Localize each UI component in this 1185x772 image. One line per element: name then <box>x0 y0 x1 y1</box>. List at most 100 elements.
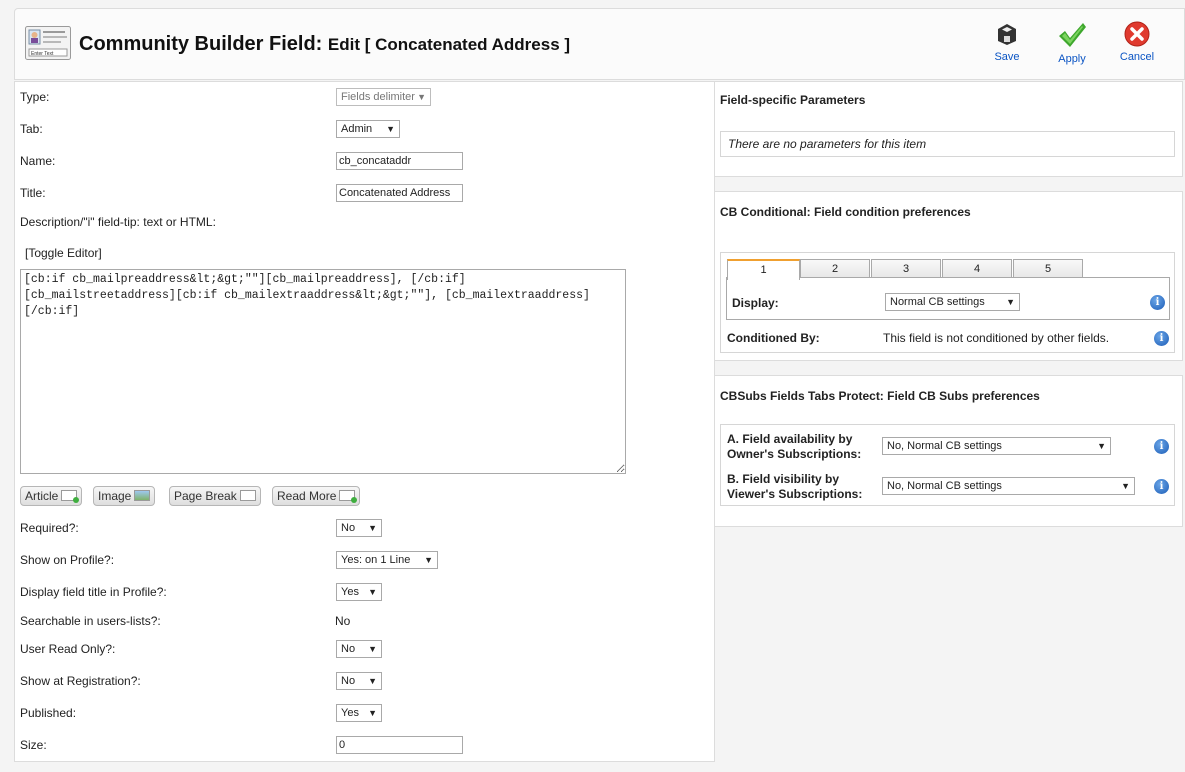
title-input[interactable] <box>336 184 463 202</box>
page-break-icon <box>239 490 256 502</box>
display-title-select-value: Yes <box>341 586 359 598</box>
condition-tab-3[interactable]: 3 <box>871 259 941 279</box>
info-icon[interactable]: i <box>1154 439 1169 454</box>
page-break-button[interactable]: Page Break <box>169 486 261 506</box>
page-title-main: Community Builder Field: <box>79 33 323 55</box>
condition-tab-1[interactable]: 1 <box>727 259 800 280</box>
field-params-title: Field-specific Parameters <box>720 93 866 107</box>
condition-tab-5[interactable]: 5 <box>1013 259 1083 279</box>
chevron-down-icon: ▼ <box>368 676 377 686</box>
conditioned-by-label: Conditioned By: <box>727 331 820 345</box>
name-label: Name: <box>20 154 56 168</box>
availability-label-line2: Owner's Subscriptions: <box>727 447 862 461</box>
size-label: Size: <box>20 738 47 752</box>
field-card-icon: Enter Text <box>25 26 71 60</box>
show-profile-select-value: Yes: on 1 Line <box>341 554 411 566</box>
tab-label: Tab: <box>20 122 43 136</box>
condition-tab-4[interactable]: 4 <box>942 259 1012 279</box>
size-input[interactable] <box>336 736 463 754</box>
cbsubs-box: A. Field availability by Owner's Subscri… <box>720 424 1175 506</box>
cancel-x-icon <box>1124 21 1150 47</box>
readonly-select-value: No <box>341 643 356 655</box>
published-label: Published: <box>20 706 77 720</box>
cancel-label: Cancel <box>1119 51 1155 63</box>
visibility-label-line1: B. Field visibility by <box>727 472 840 486</box>
chevron-down-icon: ▼ <box>368 523 377 533</box>
cancel-button[interactable]: Cancel <box>1107 21 1167 73</box>
checkmark-icon <box>1059 23 1086 47</box>
searchable-value: No <box>335 614 351 628</box>
required-label: Required?: <box>20 521 79 535</box>
registration-label: Show at Registration?: <box>20 674 141 688</box>
article-icon <box>61 490 80 504</box>
registration-select[interactable]: No ▼ <box>336 672 382 690</box>
condition-tab-2[interactable]: 2 <box>800 259 870 279</box>
published-select-value: Yes <box>341 707 359 719</box>
apply-button[interactable]: Apply <box>1042 21 1102 73</box>
cbsubs-title: CBSubs Fields Tabs Protect: Field CB Sub… <box>720 389 1040 403</box>
registration-select-value: No <box>341 675 356 687</box>
title-label: Title: <box>20 186 46 200</box>
image-icon <box>134 490 151 502</box>
condition-tab-panel: Display: Normal CB settings ▼ i <box>726 277 1170 320</box>
show-profile-label: Show on Profile?: <box>20 553 115 567</box>
visibility-select-value: No, Normal CB settings <box>887 480 1002 492</box>
display-select-value: Normal CB settings <box>890 296 985 308</box>
availability-select[interactable]: No, Normal CB settings ▼ <box>882 437 1111 455</box>
chevron-down-icon: ▼ <box>368 644 377 654</box>
no-params-message: There are no parameters for this item <box>720 131 1175 157</box>
info-icon[interactable]: i <box>1150 295 1165 310</box>
read-more-icon <box>339 490 358 504</box>
description-label: Description/"i" field-tip: text or HTML: <box>20 215 216 229</box>
info-icon[interactable]: i <box>1154 331 1169 346</box>
type-label: Type: <box>20 90 50 104</box>
required-select-value: No <box>341 522 356 534</box>
type-select[interactable]: Fields delimiter ▼ <box>336 88 431 106</box>
name-input[interactable] <box>336 152 463 170</box>
field-form: Type: Fields delimiter ▼ Tab: Admin ▼ Name… <box>14 81 715 762</box>
image-button-label: Image <box>98 489 132 503</box>
tab-select[interactable]: Admin ▼ <box>336 120 400 138</box>
required-select[interactable]: No ▼ <box>336 519 382 537</box>
field-params-panel: Field-specific Parameters There are no p… <box>715 81 1183 177</box>
chevron-down-icon: ▼ <box>1121 481 1130 491</box>
conditioned-by-value: This field is not conditioned by other f… <box>883 331 1110 345</box>
display-select[interactable]: Normal CB settings ▼ <box>885 293 1020 311</box>
floppy-disk-icon <box>998 24 1016 45</box>
chevron-down-icon: ▼ <box>424 555 433 565</box>
chevron-down-icon: ▼ <box>417 92 426 102</box>
readonly-select[interactable]: No ▼ <box>336 640 382 658</box>
page-title-sub: Edit [ Concatenated Address ] <box>327 35 571 54</box>
cb-conditional-title: CB Conditional: Field condition preferen… <box>720 205 971 219</box>
article-button-label: Article <box>25 489 59 503</box>
chevron-down-icon: ▼ <box>1097 441 1106 451</box>
svg-text:Enter Text: Enter Text <box>31 51 54 57</box>
apply-label: Apply <box>1058 53 1086 65</box>
searchable-label: Searchable in users-lists?: <box>20 614 161 628</box>
readonly-label: User Read Only?: <box>20 642 116 656</box>
toggle-editor-link[interactable]: [Toggle Editor] <box>25 246 102 260</box>
read-more-button[interactable]: Read More <box>272 486 361 506</box>
chevron-down-icon: ▼ <box>386 124 395 134</box>
info-icon[interactable]: i <box>1154 479 1169 494</box>
description-editor[interactable] <box>20 269 626 474</box>
display-title-label: Display field title in Profile?: <box>20 585 167 599</box>
availability-label-line1: A. Field availability by <box>727 432 853 446</box>
cb-conditional-panel: CB Conditional: Field condition preferen… <box>715 191 1183 361</box>
display-title-select[interactable]: Yes ▼ <box>336 583 382 601</box>
visibility-select[interactable]: No, Normal CB settings ▼ <box>882 477 1135 495</box>
type-select-value: Fields delimiter <box>341 91 415 103</box>
chevron-down-icon: ▼ <box>368 587 377 597</box>
chevron-down-icon: ▼ <box>368 708 377 718</box>
save-label: Save <box>994 51 1020 63</box>
page-title: Community Builder Field: Edit [ Concaten… <box>79 33 570 56</box>
show-profile-select[interactable]: Yes: on 1 Line ▼ <box>336 551 438 569</box>
image-button[interactable]: Image <box>93 486 156 506</box>
cbsubs-panel: CBSubs Fields Tabs Protect: Field CB Sub… <box>715 375 1183 527</box>
published-select[interactable]: Yes ▼ <box>336 704 382 722</box>
article-button[interactable]: Article <box>20 486 83 506</box>
display-label: Display: <box>732 296 779 310</box>
toolbar: Enter Text Community Builder Field: Edit… <box>14 8 1185 80</box>
availability-select-value: No, Normal CB settings <box>887 440 1002 452</box>
save-button[interactable]: Save <box>977 21 1037 73</box>
